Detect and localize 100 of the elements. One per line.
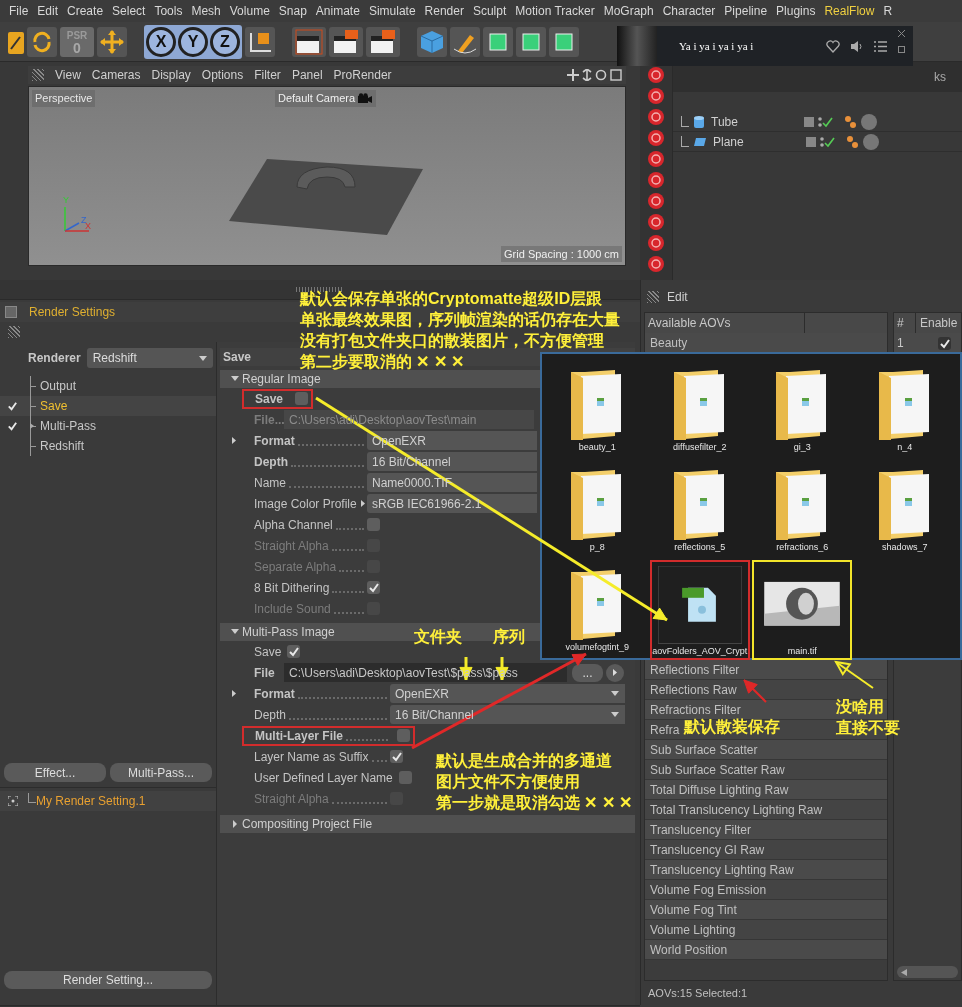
list-icon[interactable] [874, 40, 887, 52]
column-header[interactable]: Enable [916, 313, 958, 333]
maximize-icon[interactable] [610, 69, 622, 81]
move-view-icon[interactable] [567, 69, 579, 81]
column-header[interactable]: Available AOVs [645, 313, 805, 333]
arrow-button[interactable] [606, 663, 624, 682]
checkbox[interactable] [295, 392, 309, 405]
axis-button[interactable]: Z [210, 26, 240, 57]
file-name[interactable]: n_4 [897, 441, 913, 455]
round-tool-icon[interactable] [645, 171, 667, 189]
layer-toggle-icon[interactable] [803, 114, 835, 129]
coordinate-system-icon[interactable] [245, 26, 275, 57]
grip-icon[interactable] [647, 291, 659, 303]
render-setting-button[interactable]: Render Setting... [4, 971, 212, 989]
checkmark-icon[interactable] [6, 399, 20, 413]
menu-item[interactable]: Create [67, 2, 104, 20]
tree-item[interactable]: Output [40, 377, 77, 395]
speaker-icon[interactable] [850, 39, 864, 53]
profile-field[interactable]: sRGB IEC61966-2.1 [367, 494, 537, 513]
dropdown[interactable]: OpenEXR [390, 684, 625, 703]
material-tag-icon[interactable] [843, 113, 879, 130]
rotate-view-icon[interactable] [595, 69, 607, 81]
close-icon[interactable] [898, 30, 905, 37]
expand-arrow-icon[interactable] [30, 423, 34, 429]
menu-item[interactable]: Character [662, 2, 716, 20]
tree-item[interactable]: Save [40, 397, 68, 415]
menu-item[interactable]: File [9, 2, 29, 20]
round-tool-icon[interactable] [645, 234, 667, 252]
file-name[interactable]: p_8 [589, 541, 605, 555]
file-name[interactable]: reflections_5 [674, 541, 726, 555]
aov-list-item[interactable]: Refra [650, 720, 680, 739]
menu-item[interactable]: Mesh [191, 2, 221, 20]
menu-item[interactable]: Pipeline [724, 2, 768, 20]
file-name[interactable]: main.tif [787, 644, 817, 658]
clapperboard-icon[interactable] [292, 26, 326, 57]
expand-arrow-icon[interactable] [232, 437, 236, 444]
round-tool-icon[interactable] [645, 255, 667, 273]
file-name[interactable]: volumefogtint_9 [565, 641, 629, 655]
menu-item[interactable]: Panel [291, 66, 323, 84]
axis-button[interactable]: X [146, 26, 176, 57]
checkbox[interactable] [398, 771, 412, 784]
effect-button[interactable]: Multi-Pass... [110, 763, 212, 782]
cube-icon[interactable] [483, 26, 513, 57]
pen-icon[interactable] [450, 26, 480, 57]
round-tool-icon[interactable] [645, 129, 667, 147]
layer-toggle-icon[interactable] [805, 134, 837, 149]
checkbox[interactable] [367, 581, 380, 594]
menu-item[interactable]: Render [424, 2, 464, 20]
section-header[interactable]: Compositing Project File [220, 815, 635, 833]
minimize-icon[interactable] [898, 46, 905, 53]
focus-icon[interactable] [8, 796, 18, 806]
file-name[interactable]: refractions_6 [776, 541, 829, 555]
checkbox[interactable] [397, 729, 410, 742]
menu-item[interactable]: R [883, 2, 893, 20]
menu-item[interactable]: Plugins [776, 2, 816, 20]
menu-item[interactable]: Motion Tracker [515, 2, 595, 20]
menu-item[interactable]: Simulate [368, 2, 416, 20]
dropdown[interactable]: 16 Bit/Channel [390, 705, 625, 724]
tree-item[interactable]: Redshift [40, 437, 85, 455]
menu-item[interactable]: Filter [254, 66, 281, 84]
round-tool-icon[interactable] [645, 192, 667, 210]
zoom-view-icon[interactable] [582, 69, 592, 81]
round-tool-icon[interactable] [645, 150, 667, 168]
menu-item[interactable]: Volume [229, 2, 270, 20]
object-name[interactable]: Tube [711, 112, 791, 131]
menu-item[interactable]: Edit [667, 288, 688, 306]
checkbox[interactable] [287, 645, 301, 658]
tab-label[interactable]: ks [934, 68, 946, 86]
checkbox[interactable] [390, 750, 403, 763]
file-name[interactable]: gi_3 [793, 441, 811, 455]
cube-icon[interactable] [549, 26, 579, 57]
move-icon[interactable] [97, 26, 127, 57]
rotate-icon[interactable] [27, 26, 57, 57]
checkmark-icon[interactable] [938, 336, 951, 350]
cube-icon[interactable] [417, 26, 447, 57]
menu-item[interactable]: Snap [278, 2, 307, 20]
menu-item[interactable]: View [55, 66, 81, 84]
grip-icon[interactable] [32, 69, 44, 81]
checkbox[interactable] [367, 518, 380, 531]
menu-item[interactable]: MoGraph [603, 2, 654, 20]
material-tag-icon[interactable] [845, 133, 881, 150]
expand-arrow-icon[interactable] [232, 690, 236, 697]
cube-icon[interactable] [516, 26, 546, 57]
round-tool-icon[interactable] [645, 66, 667, 84]
axis-button[interactable]: Y [178, 26, 208, 57]
object-name[interactable]: Plane [713, 132, 793, 151]
clapperboard-icon[interactable] [329, 26, 363, 57]
menu-item[interactable]: Display [151, 66, 191, 84]
grip-icon[interactable] [8, 326, 20, 338]
round-tool-icon[interactable] [645, 108, 667, 126]
checkmark-icon[interactable] [6, 419, 20, 433]
expand-arrow-icon[interactable] [360, 499, 365, 507]
round-tool-icon[interactable] [645, 87, 667, 105]
file-name[interactable]: beauty_1 [578, 441, 616, 455]
menu-item[interactable]: Options [201, 66, 244, 84]
file-name[interactable]: diffusefilter_2 [673, 441, 727, 455]
menu-item[interactable]: ProRender [333, 66, 392, 84]
scrollbar[interactable] [897, 966, 958, 978]
menu-item[interactable]: Edit [37, 2, 59, 20]
aov-list-item[interactable]: Beauty [650, 333, 688, 352]
